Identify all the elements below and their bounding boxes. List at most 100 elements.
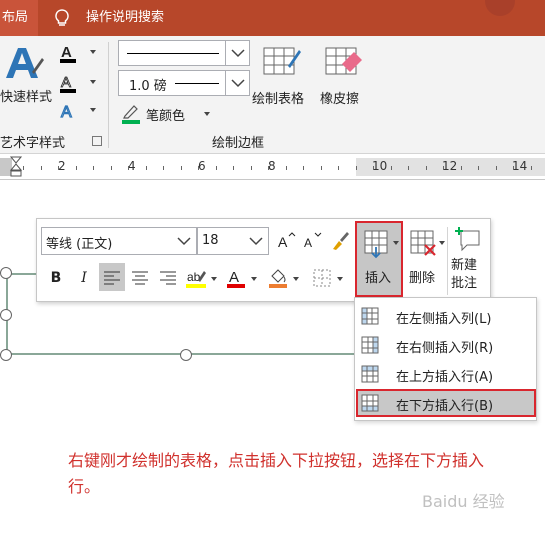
paintbrush-icon: [333, 232, 349, 250]
font-name-combobox[interactable]: 等线 (正文): [41, 227, 197, 255]
resize-handle[interactable]: [0, 267, 12, 279]
word-window: 布局 操作说明搜索 快速样式 A A A 艺术字样式 1.0 磅 笔颜色 绘制表…: [0, 0, 545, 548]
dialog-launcher-icon[interactable]: [92, 136, 102, 146]
svg-text:A: A: [61, 44, 72, 61]
ruler-tick: [128, 166, 129, 170]
align-center-button[interactable]: [129, 267, 151, 289]
insert-row-above-icon: [361, 365, 379, 383]
ruler-tick: [198, 166, 199, 170]
delete-button[interactable]: 删除: [409, 223, 445, 293]
ruler-number: 14: [512, 159, 528, 173]
text-outline-button[interactable]: A: [58, 72, 98, 94]
quick-styles-label: 快速样式: [0, 90, 53, 105]
ruler-tick: [215, 166, 217, 170]
ruler-tick: [320, 166, 322, 170]
ruler-tick: [110, 166, 112, 170]
ruler-tick: [93, 166, 94, 170]
ruler-number: 10: [372, 159, 388, 173]
ruler-tick: [425, 166, 427, 170]
eraser-button[interactable]: 橡皮擦: [318, 44, 370, 107]
insert-column-left-icon: [361, 307, 379, 325]
ruler-tick: [408, 166, 409, 170]
text-fill-button[interactable]: A: [58, 42, 98, 64]
ruler-tick: [443, 166, 444, 170]
highlight-color-button[interactable]: ab: [185, 267, 207, 289]
text-effects-button[interactable]: A: [58, 100, 98, 122]
highlighter-icon: ab: [186, 270, 206, 288]
shading-button[interactable]: [267, 267, 289, 289]
borders-button[interactable]: [311, 267, 333, 289]
insert-button[interactable]: 插入: [355, 221, 403, 297]
ruler-tick: [268, 166, 269, 170]
delete-table-icon: [410, 230, 436, 256]
line-weight-dropdown[interactable]: 1.0 磅: [118, 70, 250, 96]
ruler-tick: [40, 166, 42, 170]
eraser-icon: [325, 47, 362, 75]
italic-button[interactable]: I: [73, 267, 95, 289]
resize-handle[interactable]: [0, 349, 12, 361]
ruler-tick: [180, 166, 182, 170]
font-color-icon: A: [227, 269, 245, 288]
draw-table-icon: [263, 47, 301, 75]
ruler-tick: [513, 166, 514, 170]
ruler-tick: [495, 166, 497, 170]
align-right-button[interactable]: [157, 267, 179, 289]
text-fill-icon: A: [60, 44, 76, 63]
wordart-styles-group-label: 艺术字样式: [0, 136, 66, 151]
ruler-tick: [285, 166, 287, 170]
draw-table-button[interactable]: 绘制表格: [252, 44, 314, 107]
ribbon-panel: 快速样式 A A A 艺术字样式 1.0 磅 笔颜色 绘制表格 橡皮擦 绘制边框: [0, 36, 545, 154]
insert-table-icon: [364, 230, 388, 259]
font-color-button[interactable]: A: [225, 267, 247, 289]
font-size-combobox[interactable]: 18: [197, 227, 269, 255]
ruler-tick: [338, 166, 339, 170]
format-painter-button[interactable]: [329, 229, 351, 251]
quick-styles-icon[interactable]: [2, 42, 44, 84]
menu-insert-left[interactable]: 在左侧插入列(L): [356, 302, 536, 330]
horizontal-ruler[interactable]: 2 4 6 8 10 12 14: [0, 154, 545, 180]
resize-handle[interactable]: [0, 309, 12, 321]
menu-insert-above[interactable]: 在上方插入行(A): [356, 360, 536, 388]
ruler-tick: [75, 166, 77, 170]
ruler-number: 12: [442, 159, 458, 173]
ribbon-tab-bar: 布局 操作说明搜索: [0, 0, 545, 36]
chevron-down-icon: [225, 71, 249, 95]
menu-insert-right[interactable]: 在右侧插入列(R): [356, 331, 536, 359]
tell-me-search[interactable]: 操作说明搜索: [86, 0, 164, 36]
ruler-number: 4: [128, 159, 136, 173]
new-comment-button[interactable]: 新建批注: [449, 223, 487, 299]
lightbulb-icon: [55, 9, 69, 26]
ribbon-decoration: [485, 0, 515, 16]
grow-font-icon: A: [278, 232, 296, 250]
menu-insert-below[interactable]: 在下方插入行(B): [356, 389, 536, 417]
ruler-tick: [250, 166, 252, 170]
chevron-down-icon: [225, 41, 249, 65]
line-style-dropdown[interactable]: [118, 40, 250, 66]
ruler-tick: [303, 166, 304, 170]
text-effects-icon: A: [60, 103, 72, 121]
draw-borders-group-label: 绘制边框: [212, 136, 265, 151]
resize-handle[interactable]: [180, 349, 192, 361]
ruler-tick: [58, 166, 59, 170]
watermark: Baidu 经验: [422, 492, 505, 511]
indent-marker-icon[interactable]: [10, 156, 22, 178]
ruler-number: 6: [198, 159, 206, 173]
chevron-down-icon: [177, 237, 191, 246]
pen-icon: [123, 105, 138, 119]
ruler-tick: [373, 166, 374, 170]
svg-text:A: A: [61, 104, 72, 121]
grow-font-button[interactable]: A: [275, 229, 297, 251]
shrink-font-button[interactable]: A: [301, 229, 323, 251]
align-right-icon: [160, 271, 176, 285]
align-left-button[interactable]: [99, 263, 125, 291]
mini-toolbar: 等线 (正文) 18 A A B I ab A 插入 删除 新建批注: [36, 218, 491, 302]
svg-text:A: A: [61, 74, 71, 91]
ruler-tick: [163, 166, 164, 170]
bold-button[interactable]: B: [45, 267, 67, 289]
ruler-tick: [23, 166, 24, 170]
tab-layout[interactable]: 布局: [0, 0, 38, 36]
shrink-font-icon: A: [304, 232, 322, 250]
paint-bucket-icon: [269, 269, 287, 288]
text-outline-icon: A: [60, 74, 76, 93]
chevron-down-icon: [249, 237, 263, 246]
